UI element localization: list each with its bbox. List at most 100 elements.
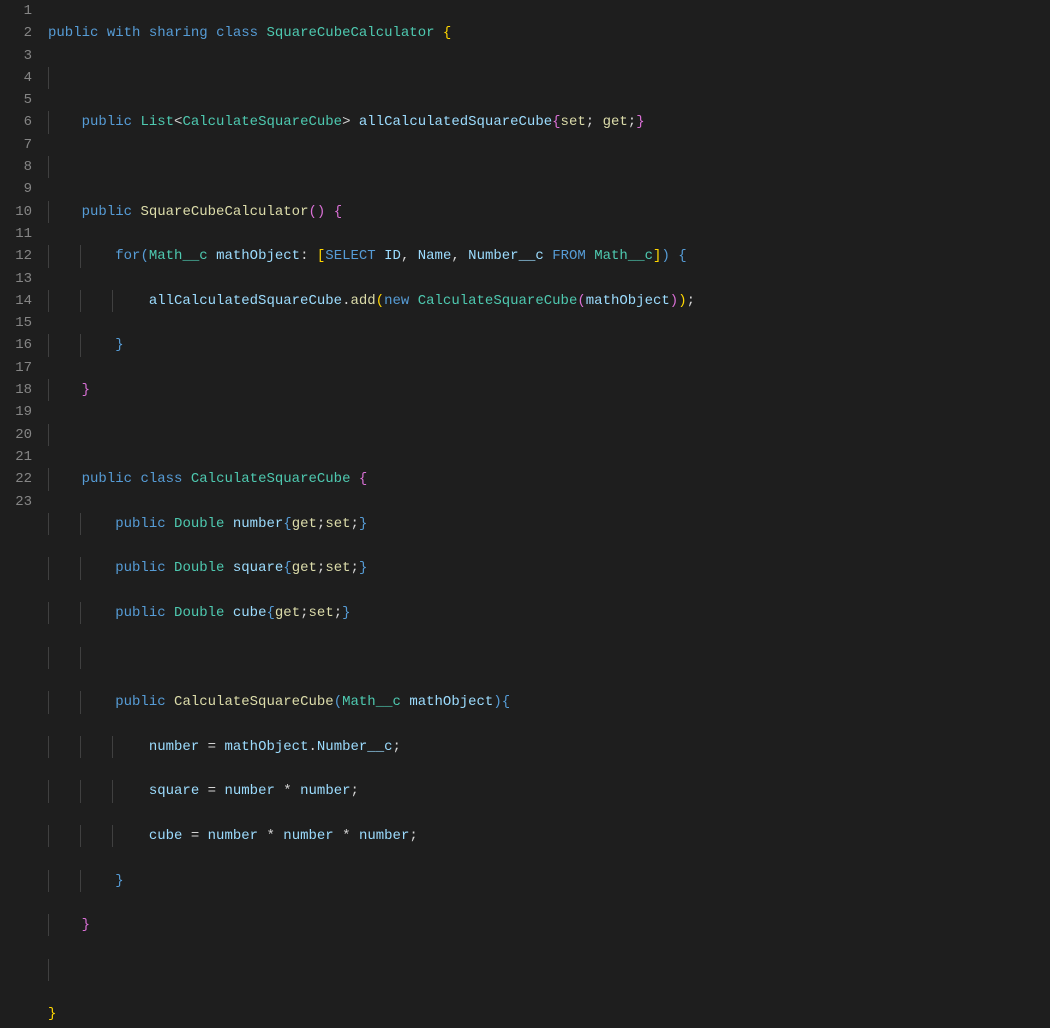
accessor: set — [561, 114, 586, 130]
paren: ( — [334, 694, 342, 710]
variable: number — [283, 828, 333, 844]
line-number: 14 — [0, 290, 32, 312]
line-number: 19 — [0, 401, 32, 423]
brace: { — [502, 694, 510, 710]
code-line-11[interactable]: public class CalculateSquareCube { — [48, 468, 1050, 490]
brace: } — [359, 560, 367, 576]
variable: mathObject — [216, 248, 300, 264]
paren: ) — [661, 248, 669, 264]
punct: ; — [586, 114, 594, 130]
paren: ) — [493, 694, 501, 710]
punct: ; — [317, 560, 325, 576]
code-line-12[interactable]: public Double number{get;set;} — [48, 513, 1050, 535]
accessor: get — [292, 560, 317, 576]
code-line-5[interactable]: public SquareCubeCalculator() { — [48, 201, 1050, 223]
code-line-14[interactable]: public Double cube{get;set;} — [48, 602, 1050, 624]
type: Math__c — [594, 248, 653, 264]
keyword: public — [82, 471, 132, 487]
line-number: 8 — [0, 156, 32, 178]
operator: = — [191, 828, 199, 844]
keyword: for — [115, 248, 140, 264]
operator: = — [208, 783, 216, 799]
line-number: 12 — [0, 245, 32, 267]
code-line-4[interactable] — [48, 156, 1050, 178]
type: Double — [174, 560, 224, 576]
variable: mathObject — [224, 739, 308, 755]
punct: . — [308, 739, 316, 755]
brace: } — [115, 337, 123, 353]
code-editor[interactable]: public with sharing class SquareCubeCalc… — [42, 0, 1050, 514]
code-line-17[interactable]: number = mathObject.Number__c; — [48, 736, 1050, 758]
code-line-18[interactable]: square = number * number; — [48, 780, 1050, 802]
line-number: 1 — [0, 0, 32, 22]
punct: , — [401, 248, 409, 264]
type: Double — [174, 516, 224, 532]
soql-keyword: SELECT — [325, 248, 375, 264]
brace: { — [359, 471, 367, 487]
line-number: 16 — [0, 334, 32, 356]
punct: ; — [628, 114, 636, 130]
brace: { — [266, 605, 274, 621]
paren: ) — [670, 293, 678, 309]
type: Math__c — [149, 248, 208, 264]
paren: ( — [577, 293, 585, 309]
code-line-10[interactable] — [48, 424, 1050, 446]
constructor: CalculateSquareCube — [174, 694, 334, 710]
accessor: get — [603, 114, 628, 130]
keyword: public — [115, 694, 165, 710]
code-line-22[interactable] — [48, 959, 1050, 981]
code-line-16[interactable]: public CalculateSquareCube(Math__c mathO… — [48, 691, 1050, 713]
punct: ; — [351, 516, 359, 532]
property: Number__c — [317, 739, 393, 755]
brace: } — [82, 382, 90, 398]
code-line-9[interactable]: } — [48, 379, 1050, 401]
code-line-3[interactable]: public List<CalculateSquareCube> allCalc… — [48, 111, 1050, 133]
class-name: CalculateSquareCube — [191, 471, 351, 487]
code-line-6[interactable]: for(Math__c mathObject: [SELECT ID, Name… — [48, 245, 1050, 267]
class-name: SquareCubeCalculator — [266, 25, 434, 41]
variable: allCalculatedSquareCube — [149, 293, 342, 309]
variable: cube — [233, 605, 267, 621]
variable: number — [359, 828, 409, 844]
operator: * — [266, 828, 274, 844]
keyword: class — [140, 471, 182, 487]
accessor: set — [325, 516, 350, 532]
code-line-21[interactable]: } — [48, 914, 1050, 936]
code-line-15[interactable] — [48, 647, 1050, 669]
brace: { — [443, 25, 451, 41]
punct: , — [451, 248, 459, 264]
code-line-19[interactable]: cube = number * number * number; — [48, 825, 1050, 847]
punct: ; — [687, 293, 695, 309]
punct: ; — [351, 783, 359, 799]
keyword: sharing — [149, 25, 208, 41]
keyword: public — [82, 114, 132, 130]
line-number: 7 — [0, 134, 32, 156]
keyword: public — [115, 560, 165, 576]
variable: number — [208, 828, 258, 844]
variable: number — [224, 783, 274, 799]
brace: { — [552, 114, 560, 130]
code-line-13[interactable]: public Double square{get;set;} — [48, 557, 1050, 579]
code-line-1[interactable]: public with sharing class SquareCubeCalc… — [48, 22, 1050, 44]
line-number: 18 — [0, 379, 32, 401]
keyword: class — [216, 25, 258, 41]
line-number-gutter: 1 2 3 4 5 6 7 8 9 10 11 12 13 14 15 16 1… — [0, 0, 42, 514]
accessor: set — [325, 560, 350, 576]
paren: ( — [376, 293, 384, 309]
line-number: 15 — [0, 312, 32, 334]
operator: = — [208, 739, 216, 755]
variable: number — [300, 783, 350, 799]
punct: ; — [393, 739, 401, 755]
code-line-20[interactable]: } — [48, 870, 1050, 892]
type: CalculateSquareCube — [418, 293, 578, 309]
keyword: public — [82, 204, 132, 220]
brace: { — [283, 516, 291, 532]
line-number: 3 — [0, 45, 32, 67]
code-line-2[interactable] — [48, 67, 1050, 89]
code-line-23[interactable]: } — [48, 1003, 1050, 1025]
variable: square — [149, 783, 199, 799]
code-line-8[interactable]: } — [48, 334, 1050, 356]
code-line-7[interactable]: allCalculatedSquareCube.add(new Calculat… — [48, 290, 1050, 312]
variable: number — [149, 739, 199, 755]
keyword: public — [115, 516, 165, 532]
